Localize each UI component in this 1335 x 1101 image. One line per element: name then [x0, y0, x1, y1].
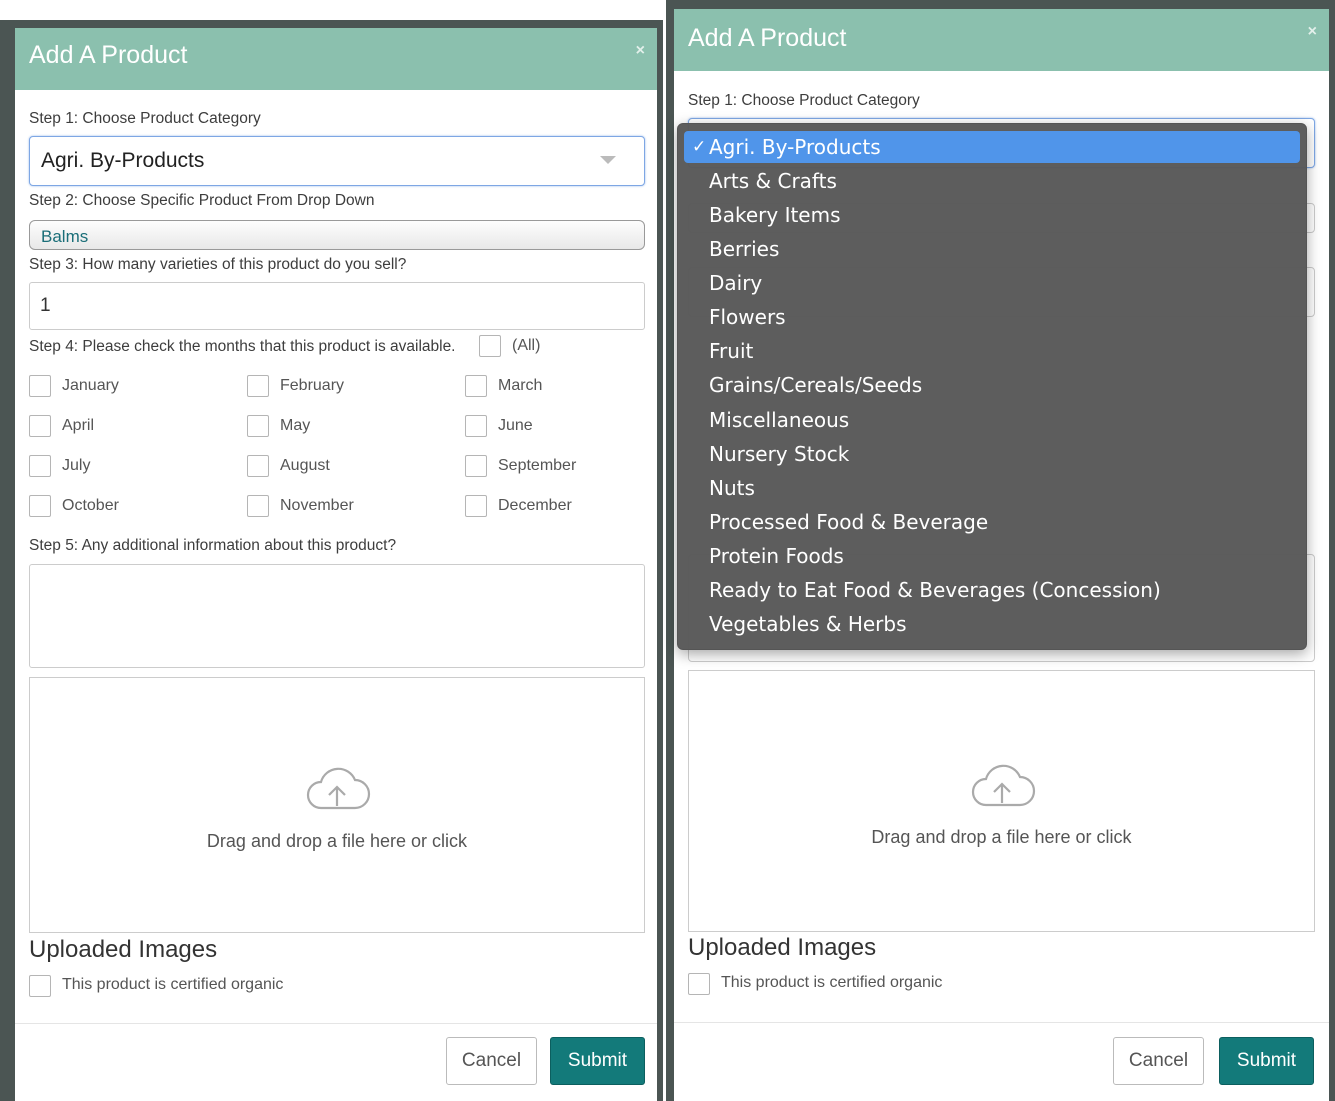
- option-label: Dairy: [709, 271, 763, 295]
- cancel-button[interactable]: Cancel: [1113, 1037, 1204, 1085]
- option-label: Berries: [709, 237, 780, 261]
- step1-label: Step 1: Choose Product Category: [29, 110, 261, 127]
- modal-header: Add A Product ×: [674, 9, 1329, 71]
- step4-label: Step 4: Please check the months that thi…: [29, 338, 456, 355]
- month-label: November: [280, 497, 354, 514]
- uploaded-images-title: Uploaded Images: [29, 936, 218, 963]
- varieties-input[interactable]: 1: [29, 282, 645, 330]
- option-label: Miscellaneous: [709, 408, 850, 432]
- option-label: Bakery Items: [709, 203, 841, 227]
- dropdown-option[interactable]: Dairy: [684, 267, 1300, 299]
- month-label: June: [498, 417, 533, 434]
- option-label: Nursery Stock: [709, 442, 850, 466]
- dropdown-option[interactable]: Berries: [684, 233, 1300, 265]
- dropdown-option[interactable]: Vegetables & Herbs: [684, 608, 1300, 640]
- close-icon[interactable]: ×: [1308, 23, 1317, 41]
- category-select-value: Agri. By-Products: [41, 149, 205, 172]
- month-label: August: [280, 457, 330, 474]
- footer-divider: [15, 1023, 657, 1024]
- month-label: February: [280, 377, 345, 394]
- month-label: March: [498, 377, 543, 394]
- footer-divider: [674, 1022, 1329, 1023]
- all-months-label: (All): [512, 337, 541, 354]
- cloud-upload-icon: [306, 767, 371, 810]
- option-label: Processed Food & Beverage: [709, 510, 989, 534]
- option-label: Nuts: [709, 476, 755, 500]
- month-label: January: [62, 377, 119, 394]
- checkbox-all-months[interactable]: [479, 335, 501, 357]
- month-label: October: [62, 497, 119, 514]
- dropdown-option[interactable]: Processed Food & Beverage: [684, 506, 1300, 538]
- step5-label: Step 5: Any additional information about…: [29, 537, 397, 554]
- category-dropdown-list: ✓ Agri. By-Products Arts & Crafts Bakery…: [677, 123, 1307, 650]
- checkbox-april[interactable]: [29, 415, 51, 437]
- dropdown-option[interactable]: Protein Foods: [684, 540, 1300, 572]
- checkbox-december[interactable]: [465, 495, 487, 517]
- month-label: May: [280, 417, 311, 434]
- product-select-value: Balms: [41, 227, 89, 246]
- dropdown-option[interactable]: Ready to Eat Food & Beverages (Concessio…: [684, 574, 1300, 606]
- product-select[interactable]: Balms: [29, 220, 645, 250]
- modal-title: Add A Product: [688, 24, 847, 52]
- category-select[interactable]: Agri. By-Products: [29, 136, 645, 186]
- checkbox-certified-organic[interactable]: [688, 973, 710, 995]
- checkmark-icon: ✓: [692, 137, 707, 157]
- chevron-down-icon: [600, 156, 616, 164]
- checkbox-september[interactable]: [465, 455, 487, 477]
- cloud-upload-icon: [971, 764, 1035, 807]
- dropdown-option[interactable]: Nuts: [684, 472, 1300, 504]
- dropdown-option[interactable]: Bakery Items: [684, 199, 1300, 231]
- option-label: Fruit: [709, 339, 754, 363]
- option-label: Protein Foods: [709, 544, 844, 568]
- dropdown-option[interactable]: Grains/Cereals/Seeds: [684, 369, 1300, 401]
- month-label: September: [498, 457, 577, 474]
- organic-label: This product is certified organic: [62, 976, 284, 993]
- option-label: Ready to Eat Food & Beverages (Concessio…: [709, 578, 1161, 602]
- option-label: Vegetables & Herbs: [709, 612, 907, 636]
- month-label: April: [62, 417, 95, 434]
- file-dropzone[interactable]: Drag and drop a file here or click: [29, 677, 645, 933]
- dropdown-option[interactable]: Nursery Stock: [684, 438, 1300, 470]
- dropdown-option[interactable]: Miscellaneous: [684, 404, 1300, 436]
- dropzone-text: Drag and drop a file here or click: [206, 831, 468, 851]
- dropdown-option[interactable]: Flowers: [684, 301, 1300, 333]
- option-label: Arts & Crafts: [709, 169, 837, 193]
- dropdown-option-agri-by-products[interactable]: ✓ Agri. By-Products: [684, 131, 1300, 163]
- file-dropzone[interactable]: Drag and drop a file here or click: [688, 670, 1315, 932]
- dropdown-option[interactable]: Fruit: [684, 335, 1300, 367]
- dropdown-option[interactable]: Arts & Crafts: [684, 165, 1300, 197]
- step1-label: Step 1: Choose Product Category: [688, 92, 920, 109]
- checkbox-january[interactable]: [29, 375, 51, 397]
- close-icon[interactable]: ×: [636, 42, 645, 60]
- checkbox-july[interactable]: [29, 455, 51, 477]
- uploaded-images-title: Uploaded Images: [688, 934, 877, 961]
- checkbox-february[interactable]: [247, 375, 269, 397]
- checkbox-march[interactable]: [465, 375, 487, 397]
- add-product-modal-left: Add A Product × Step 1: Choose Product C…: [15, 28, 657, 1101]
- checkbox-october[interactable]: [29, 495, 51, 517]
- checkbox-november[interactable]: [247, 495, 269, 517]
- option-label: Agri. By-Products: [709, 135, 881, 159]
- submit-button[interactable]: Submit: [550, 1037, 645, 1085]
- dropzone-text: Drag and drop a file here or click: [871, 827, 1132, 847]
- month-label: July: [62, 457, 91, 474]
- checkbox-may[interactable]: [247, 415, 269, 437]
- checkbox-certified-organic[interactable]: [29, 975, 51, 997]
- month-label: December: [498, 497, 572, 514]
- varieties-input-value: 1: [40, 295, 51, 316]
- organic-label: This product is certified organic: [721, 974, 943, 991]
- step3-label: Step 3: How many varieties of this produ…: [29, 256, 407, 273]
- step2-label: Step 2: Choose Specific Product From Dro…: [29, 192, 375, 209]
- checkbox-august[interactable]: [247, 455, 269, 477]
- submit-button[interactable]: Submit: [1219, 1037, 1314, 1085]
- additional-info-textarea[interactable]: [29, 564, 645, 668]
- option-label: Flowers: [709, 305, 786, 329]
- checkbox-june[interactable]: [465, 415, 487, 437]
- cancel-button[interactable]: Cancel: [446, 1037, 537, 1085]
- option-label: Grains/Cereals/Seeds: [709, 373, 923, 397]
- modal-header: Add A Product ×: [15, 28, 657, 90]
- modal-title: Add A Product: [29, 41, 188, 69]
